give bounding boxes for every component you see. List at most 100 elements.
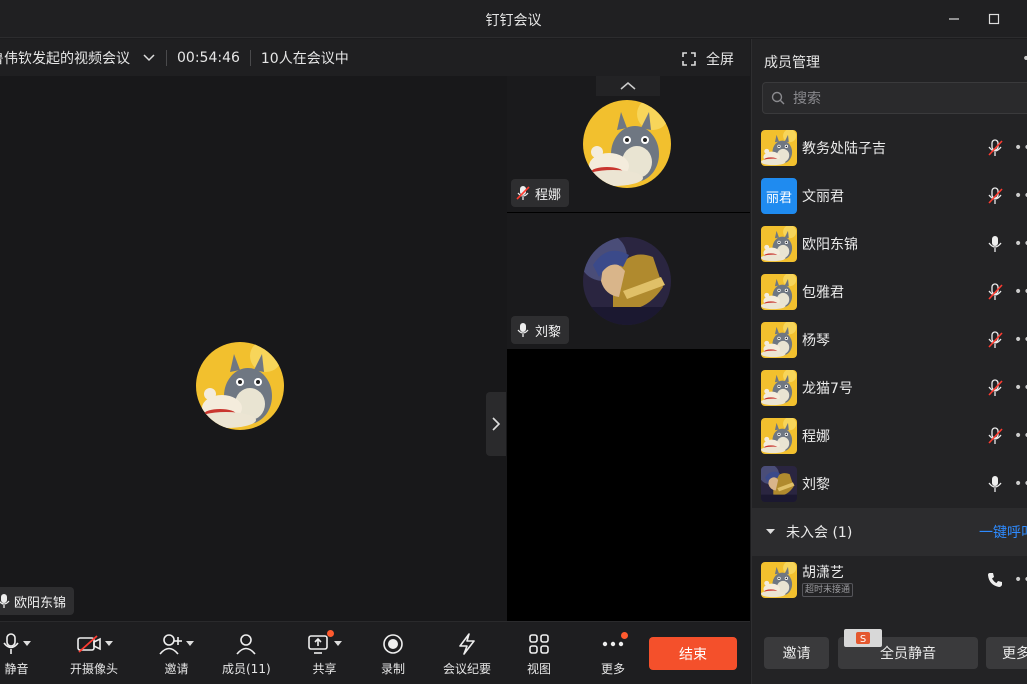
member-row[interactable]: 龙猫7号 ••• xyxy=(752,364,1027,412)
chevron-right-icon xyxy=(492,417,501,431)
view-button[interactable]: 视图 xyxy=(527,630,551,677)
meeting-minutes-label: 会议纪要 xyxy=(443,662,492,676)
gallery-scroll-up-button[interactable] xyxy=(596,76,660,96)
member-text-avatar: 丽君 xyxy=(761,178,797,214)
member-row[interactable]: 杨琴 ••• xyxy=(752,316,1027,364)
member-more-button[interactable]: ••• xyxy=(1014,236,1027,252)
members-label: 成员(11) xyxy=(222,662,271,676)
divider xyxy=(166,49,167,66)
invite-button[interactable]: 邀请 xyxy=(159,630,194,677)
member-name: 教务处陆子吉 xyxy=(802,141,886,157)
camera-label: 开摄像头 xyxy=(70,662,119,676)
lightning-icon xyxy=(459,633,475,655)
gallery-tile[interactable]: 程娜 xyxy=(507,76,750,212)
microphone-icon xyxy=(517,323,529,337)
member-more-button[interactable]: ••• xyxy=(1014,380,1027,396)
caret-down-icon[interactable] xyxy=(23,641,31,647)
microphone-muted-icon xyxy=(988,427,1003,444)
more-button[interactable]: 更多 xyxy=(601,630,628,677)
member-row[interactable]: 丽君文丽君 ••• xyxy=(752,172,1027,220)
invite-label: 邀请 xyxy=(164,662,189,676)
member-mic-toggle[interactable] xyxy=(986,234,1004,254)
camera-off-icon xyxy=(76,635,101,653)
call-button[interactable] xyxy=(986,570,1004,590)
member-mic-toggle[interactable] xyxy=(986,138,1004,158)
chevron-down-icon[interactable] xyxy=(142,53,156,63)
member-more-button[interactable]: ••• xyxy=(1014,188,1027,204)
collapse-gallery-button[interactable] xyxy=(486,392,506,456)
member-avatar xyxy=(761,370,797,406)
participant-name-tag: 刘黎 xyxy=(511,316,570,344)
pending-member-row[interactable]: 胡潇艺 超时未接通 ••• xyxy=(752,556,1027,604)
member-row[interactable]: 刘黎 ••• xyxy=(752,460,1027,508)
gallery-tile[interactable]: 刘黎 xyxy=(507,213,750,349)
meeting-minutes-button[interactable]: 会议纪要 xyxy=(443,630,491,677)
caret-down-icon[interactable] xyxy=(104,641,113,647)
end-meeting-button[interactable]: 结束 xyxy=(649,637,737,670)
fullscreen-button[interactable]: 全屏 xyxy=(682,49,734,69)
member-mic-toggle[interactable] xyxy=(986,330,1004,350)
share-screen-icon xyxy=(308,635,328,654)
record-icon xyxy=(383,634,403,654)
member-more-button[interactable]: ••• xyxy=(1014,140,1027,156)
not-joined-label: 未入会 (1) xyxy=(786,525,853,541)
speaker-stage: 欧阳东锦 xyxy=(0,76,506,621)
camera-button[interactable]: 开摄像头 xyxy=(70,630,118,677)
microphone-icon xyxy=(988,236,1002,252)
member-name: 胡潇艺 xyxy=(802,565,844,581)
member-more-button[interactable]: ••• xyxy=(1014,332,1027,348)
microphone-icon xyxy=(0,594,10,608)
member-more-button[interactable]: ••• xyxy=(1014,428,1027,444)
share-label: 共享 xyxy=(312,662,337,676)
panel-more-button[interactable]: • xyxy=(1022,51,1027,67)
member-row[interactable]: 教务处陆子吉 ••• xyxy=(752,124,1027,172)
record-label: 录制 xyxy=(381,662,406,676)
chevron-up-icon xyxy=(620,82,636,90)
member-row[interactable]: 欧阳东锦 ••• xyxy=(752,220,1027,268)
not-joined-section-header[interactable]: 未入会 (1) 一键呼叫 xyxy=(752,508,1027,556)
member-mic-toggle[interactable] xyxy=(986,186,1004,206)
member-search-input[interactable]: 搜索 xyxy=(762,82,1027,114)
member-avatar: 丽君 xyxy=(761,178,797,214)
caret-down-icon[interactable] xyxy=(334,641,342,647)
participant-avatar xyxy=(583,100,671,188)
member-avatar xyxy=(761,562,797,598)
view-label: 视图 xyxy=(527,662,552,676)
more-label: 更多 xyxy=(601,662,626,676)
notification-dot xyxy=(327,630,334,637)
member-more-button[interactable]: ••• xyxy=(1014,572,1027,588)
member-avatar xyxy=(761,466,797,502)
speaker-name: 欧阳东锦 xyxy=(14,595,67,611)
invite-members-button[interactable]: 邀请 xyxy=(764,637,829,669)
caret-down-icon[interactable] xyxy=(186,641,194,647)
member-name: 程娜 xyxy=(802,429,830,445)
microphone-muted-icon xyxy=(988,139,1003,156)
members-button[interactable]: 成员(11) xyxy=(222,630,271,677)
speaker-name-tag: 欧阳东锦 xyxy=(0,587,75,615)
member-mic-toggle[interactable] xyxy=(986,282,1004,302)
fullscreen-icon xyxy=(682,52,696,66)
member-mic-toggle[interactable] xyxy=(986,426,1004,446)
member-row[interactable]: 包雅君 ••• xyxy=(752,268,1027,316)
mute-label: 静音 xyxy=(4,662,29,676)
mute-button[interactable]: 静音 xyxy=(2,630,31,677)
member-name: 欧阳东锦 xyxy=(802,237,858,253)
record-button[interactable]: 录制 xyxy=(381,630,405,677)
member-more-button[interactable]: ••• xyxy=(1014,284,1027,300)
share-button[interactable]: 共享 xyxy=(307,630,342,677)
meeting-title[interactable]: 鲁伟钦发起的视频会议 xyxy=(0,48,130,68)
meeting-duration: 00:54:46 xyxy=(177,49,240,66)
member-more-button[interactable]: ••• xyxy=(1014,476,1027,492)
call-all-button[interactable]: 一键呼叫 xyxy=(979,522,1027,542)
microphone-muted-icon xyxy=(988,379,1003,396)
member-mic-toggle[interactable] xyxy=(986,378,1004,398)
member-name: 包雅君 xyxy=(802,285,844,301)
panel-more-actions-button[interactable]: 更多 xyxy=(986,637,1027,669)
member-row[interactable]: 程娜 ••• xyxy=(752,412,1027,460)
ime-indicator-icon: S xyxy=(844,629,882,647)
maximize-button[interactable] xyxy=(983,8,1005,30)
microphone-muted-icon xyxy=(516,186,530,200)
member-mic-toggle[interactable] xyxy=(986,474,1004,494)
minimize-button[interactable] xyxy=(943,8,965,30)
window-title: 钉钉会议 xyxy=(485,13,542,29)
